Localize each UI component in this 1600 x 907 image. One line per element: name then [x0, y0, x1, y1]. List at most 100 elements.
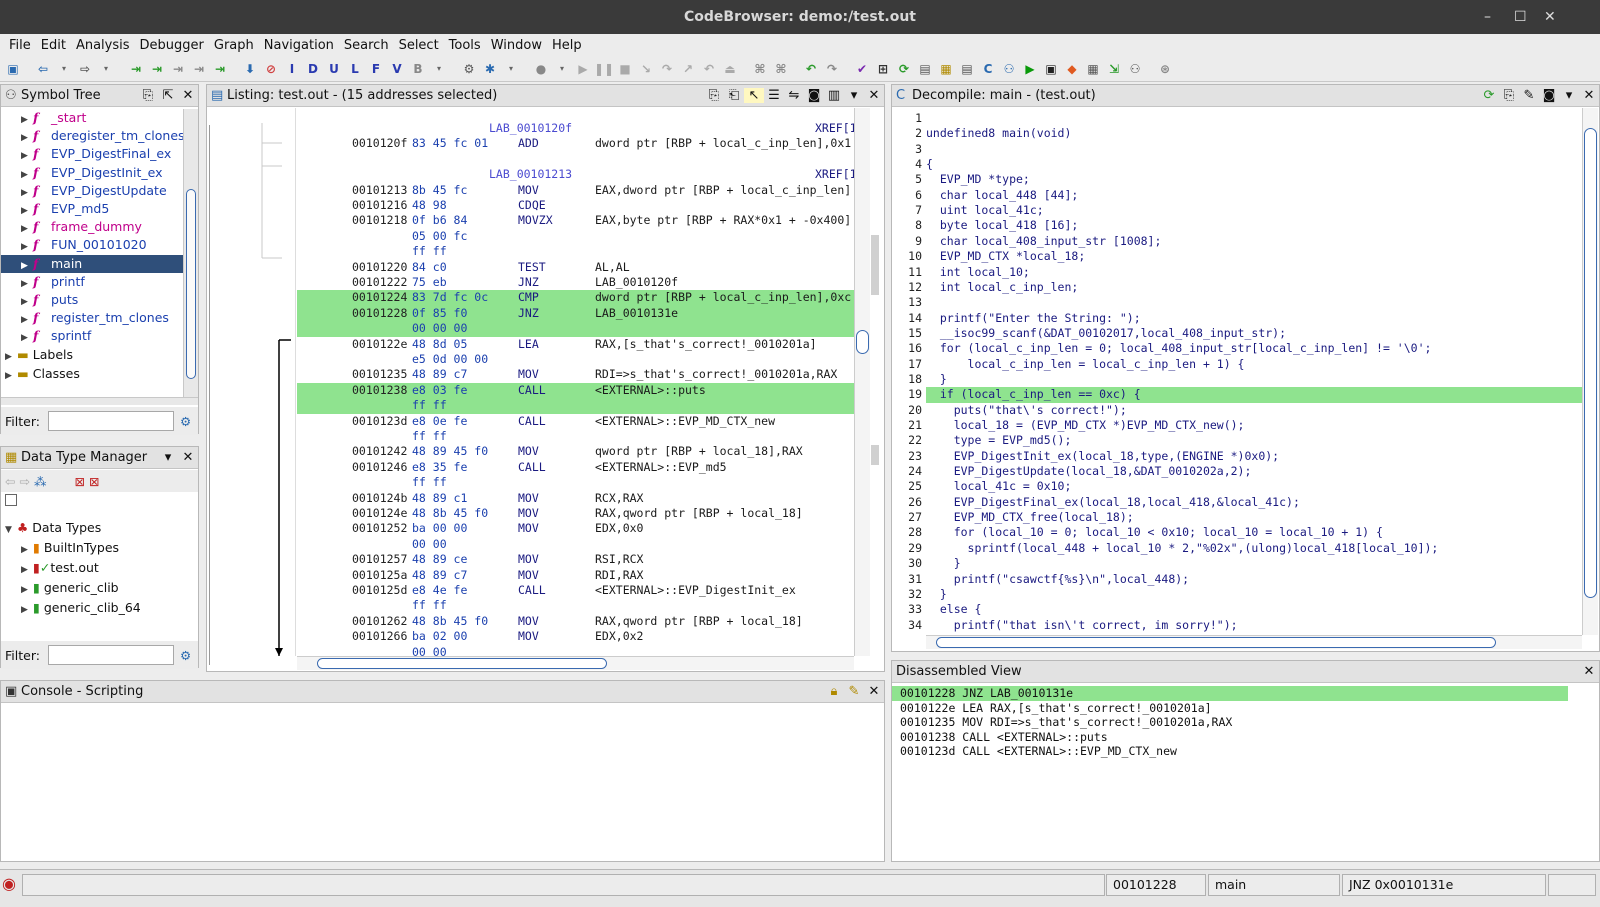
- forward-icon[interactable]: ⇨: [76, 60, 94, 78]
- clear-console-icon[interactable]: ✎: [844, 684, 864, 699]
- decompile-line[interactable]: 16 for (local_c_inp_len = 0; local_408_i…: [892, 341, 1582, 356]
- undo-icon[interactable]: ↶: [802, 60, 820, 78]
- refresh-icon[interactable]: ⟳: [1479, 88, 1499, 103]
- decompile-close-icon[interactable]: ✕: [1579, 88, 1599, 103]
- symbol-tree-item[interactable]: ▶ f FUN_00101020: [1, 236, 183, 254]
- decompile-line[interactable]: 30 }: [892, 556, 1582, 571]
- diamond-icon[interactable]: ◆: [1063, 60, 1081, 78]
- listing-operand[interactable]: RAX,qword ptr [RBP + local_18]: [595, 506, 803, 521]
- menu-graph[interactable]: Graph: [212, 38, 256, 53]
- scroll-thumb[interactable]: [186, 189, 196, 379]
- dtm-root[interactable]: ▼ ♣ Data Types: [5, 519, 101, 537]
- dtm-filter-input[interactable]: [47, 645, 174, 665]
- decompile-line[interactable]: 33 else {: [892, 602, 1582, 617]
- step-back-icon[interactable]: ↶: [700, 60, 718, 78]
- new-namespace-icon[interactable]: ⎘: [138, 88, 158, 103]
- listing-vscroll[interactable]: [854, 108, 870, 656]
- listing-row[interactable]: ff ff: [297, 475, 854, 490]
- close-panel-icon[interactable]: ✕: [178, 88, 198, 103]
- listing-row[interactable]: ff ff: [297, 598, 854, 613]
- decompile-line[interactable]: 13: [892, 295, 1582, 310]
- dtm-item-clib64[interactable]: ▶ ▮ generic_clib_64: [21, 599, 141, 617]
- listing-row[interactable]: [297, 152, 854, 167]
- menu-window[interactable]: Window: [489, 38, 544, 53]
- listing-menu-icon[interactable]: ▾: [844, 88, 864, 103]
- listing-row[interactable]: 0010124e 48 8b 45 f0 MOV RAX,qword ptr [RBP…: [297, 506, 854, 521]
- dtm-item-testout[interactable]: ▶ ▮✓test.out: [21, 559, 99, 577]
- label-l-icon[interactable]: L: [346, 60, 364, 78]
- disassembled-close-icon[interactable]: ✕: [1579, 664, 1599, 679]
- disassembled-line[interactable]: 00101235 MOV RDI=>s_that's_correct!_0010…: [892, 715, 1568, 730]
- listing-close-icon[interactable]: ✕: [864, 88, 884, 103]
- debug-menu-icon[interactable]: ▾: [502, 60, 520, 78]
- menu-edit[interactable]: Edit: [39, 38, 68, 53]
- step-over-icon[interactable]: ↷: [658, 60, 676, 78]
- dtm-forward-icon[interactable]: ⇨: [19, 474, 29, 489]
- dtm-back-icon[interactable]: ⇦: [5, 474, 15, 489]
- symbol-tree-item[interactable]: ▶ f main: [1, 254, 183, 273]
- trace2-icon[interactable]: ⌘: [772, 60, 790, 78]
- record-icon[interactable]: ●: [532, 60, 550, 78]
- snapshot-icon[interactable]: ◙: [1539, 88, 1559, 103]
- listing-operand[interactable]: <EXTERNAL>::puts: [595, 383, 706, 398]
- overview-bar[interactable]: [871, 235, 881, 475]
- maximize-icon[interactable]: ☐: [1514, 0, 1527, 34]
- decompile-line[interactable]: 20 puts("that\'s correct!");: [892, 403, 1582, 418]
- copy-icon[interactable]: ⎘: [704, 88, 724, 103]
- symbol-tree-item[interactable]: ▶ f EVP_DigestFinal_ex: [1, 145, 183, 163]
- folder-icon[interactable]: ▦: [937, 60, 955, 78]
- decompile-body[interactable]: 1 2 undefined8 main(void) 3 4{5 EVP_MD *type…: [892, 111, 1582, 633]
- dtm-pointers-icon[interactable]: ⊠: [89, 474, 99, 489]
- listing-operand[interactable]: RDI=>s_that's_correct!_0010201a,RAX: [595, 367, 837, 382]
- decompile-line[interactable]: 17 local_c_inp_len = local_c_inp_len + 1…: [892, 357, 1582, 372]
- dtm-item-clib[interactable]: ▶ ▮ generic_clib: [21, 579, 119, 597]
- listing-row[interactable]: 00101252 ba 00 00 MOV EDX,0x0: [297, 521, 854, 536]
- listing-row[interactable]: 00101224 83 7d fc 0c CMP dword ptr [RBP + l…: [297, 290, 854, 306]
- menu-file[interactable]: File: [7, 38, 33, 53]
- decompile-line[interactable]: 9 char local_408_input_str [1008];: [892, 234, 1582, 249]
- decompile-line[interactable]: 23 EVP_DigestInit_ex(local_18,type,(ENGI…: [892, 449, 1582, 464]
- scroll-thumb[interactable]: [856, 330, 869, 354]
- run-script-icon[interactable]: ▶: [1021, 60, 1039, 78]
- function-graph-icon[interactable]: ⚇: [1000, 60, 1018, 78]
- listing-row[interactable]: 00101216 48 98 CDQE: [297, 198, 854, 213]
- decompile-line[interactable]: 27 EVP_MD_CTX_free(local_18);: [892, 510, 1582, 525]
- back-menu-icon[interactable]: ▾: [55, 60, 73, 78]
- function-f-icon[interactable]: F: [367, 60, 385, 78]
- decompile-line[interactable]: 26 EVP_DigestFinal_ex(local_18,local_418…: [892, 495, 1582, 510]
- refresh-icon[interactable]: ⟳: [895, 60, 913, 78]
- decompile-line[interactable]: 12 int local_c_inp_len;: [892, 280, 1582, 295]
- expand-icon[interactable]: ▶: [5, 367, 17, 385]
- decompile-line[interactable]: 25 local_41c = 0x10;: [892, 479, 1582, 494]
- listing-row[interactable]: 00101235 48 89 c7 MOV RDI=>s_that's_correct…: [297, 367, 854, 382]
- decompile-line[interactable]: 34 printf("that isn\'t correct, im sorry…: [892, 618, 1582, 633]
- listing-operand[interactable]: RAX,qword ptr [RBP + local_18]: [595, 614, 803, 629]
- decompile-line[interactable]: 29 sprintf(local_448 + local_10 * 2,"%02…: [892, 541, 1582, 556]
- expand-icon[interactable]: ▶: [5, 348, 17, 366]
- listing-row[interactable]: 00101242 48 89 45 f0 MOV qword ptr [RBP + l…: [297, 444, 854, 459]
- listing-operand[interactable]: EDX,0x2: [595, 629, 643, 644]
- listing-row[interactable]: 00 00 00: [297, 321, 854, 337]
- next-undefined-icon[interactable]: ⇥: [169, 60, 187, 78]
- copy-icon[interactable]: ⎘: [1499, 88, 1519, 103]
- menu-tools[interactable]: Tools: [447, 38, 483, 53]
- disassembled-view-body[interactable]: 00101228 JNZ LAB_0010131e 0010122e LEA RA…: [892, 686, 1568, 856]
- listing-operand[interactable]: EDX,0x0: [595, 521, 643, 536]
- disassembled-line[interactable]: 00101238 CALL <EXTERNAL>::puts: [892, 730, 1568, 745]
- filter-options-icon[interactable]: ⚙: [180, 414, 191, 429]
- listing-operand[interactable]: RCX,RAX: [595, 491, 643, 506]
- symbol-tree-hscroll[interactable]: [1, 397, 198, 405]
- pause-icon[interactable]: ❚❚: [594, 60, 614, 78]
- decompile-line[interactable]: 6 char local_448 [44];: [892, 188, 1582, 203]
- decompile-line[interactable]: 3: [892, 142, 1582, 157]
- decompile-line[interactable]: 11 int local_10;: [892, 265, 1582, 280]
- listing-row[interactable]: 00101213 8b 45 fc MOV EAX,dword ptr [RBP + …: [297, 183, 854, 198]
- listing-operand[interactable]: dword ptr [RBP + local_c_inp_len],0xc: [595, 290, 851, 305]
- symbol-tree-folder[interactable]: ▶ ▬ Classes: [1, 365, 80, 383]
- menu-debugger[interactable]: Debugger: [138, 38, 206, 53]
- scroll-thumb[interactable]: [1584, 128, 1597, 598]
- decompile-line[interactable]: 10 EVP_MD_CTX *local_18;: [892, 249, 1582, 264]
- next-data-icon[interactable]: ⇥: [148, 60, 166, 78]
- listing-row[interactable]: 00101246 e8 35 fe CALL <EXTERNAL>::EVP_md5: [297, 460, 854, 475]
- next-function-icon[interactable]: ⇥: [211, 60, 229, 78]
